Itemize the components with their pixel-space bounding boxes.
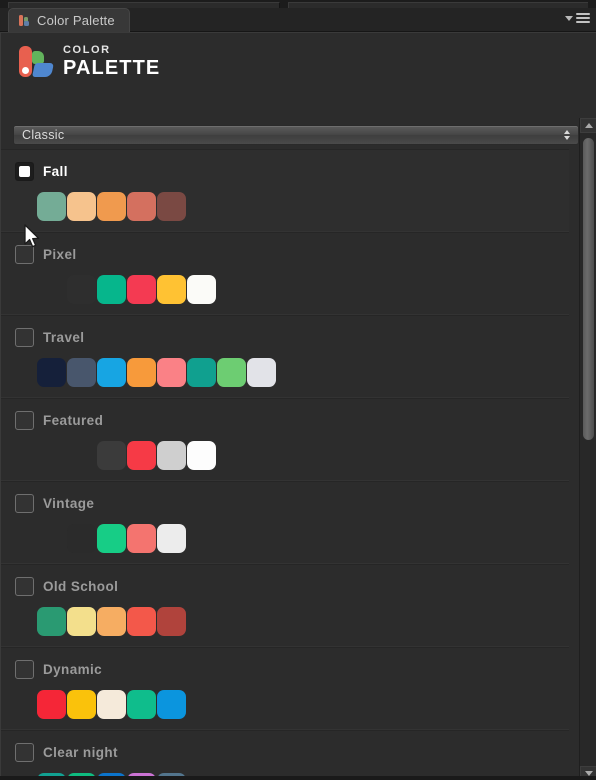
palette-name: Featured (43, 413, 104, 428)
tab-color-palette[interactable]: Color Palette (8, 8, 130, 32)
color-swatch[interactable] (187, 358, 216, 387)
palette-row[interactable]: Clear night (1, 730, 569, 780)
category-select[interactable]: Classic (13, 125, 579, 145)
chevron-down-icon[interactable] (565, 15, 573, 21)
palette-row-header: Vintage (1, 481, 569, 513)
palette-swatches[interactable] (1, 358, 569, 387)
palette-checkbox[interactable] (15, 328, 34, 347)
palette-row-header: Dynamic (1, 647, 569, 679)
palette-name: Clear night (43, 745, 118, 760)
brand-header: COLOR PALETTE (1, 33, 579, 89)
color-swatch[interactable] (187, 275, 216, 304)
hamburger-menu-icon[interactable] (576, 13, 590, 23)
palette-swatches[interactable] (1, 441, 569, 470)
color-swatch[interactable] (67, 192, 96, 221)
palette-checkbox[interactable] (15, 660, 34, 679)
color-swatch[interactable] (67, 524, 96, 553)
palette-name: Fall (43, 164, 68, 179)
palette-swatches[interactable] (1, 690, 569, 719)
color-swatch[interactable] (217, 358, 246, 387)
color-swatch[interactable] (37, 358, 66, 387)
panel-body: COLOR PALETTE Classic Fall Pixel Travel Fea… (0, 32, 596, 780)
color-swatch[interactable] (157, 275, 186, 304)
color-swatch[interactable] (157, 524, 186, 553)
color-swatch[interactable] (67, 275, 96, 304)
palette-row[interactable]: Travel (1, 315, 569, 398)
palette-row[interactable]: Vintage (1, 481, 569, 564)
palette-checkbox[interactable] (15, 743, 34, 762)
palette-name: Old School (43, 579, 119, 594)
scroll-up-arrow-icon[interactable] (580, 118, 596, 133)
palette-swatches[interactable] (1, 275, 569, 304)
brand-wordmark: COLOR PALETTE (63, 43, 161, 79)
color-swatch[interactable] (157, 441, 186, 470)
palette-row[interactable]: Old School (1, 564, 569, 647)
color-swatch[interactable] (37, 690, 66, 719)
palette-checkbox[interactable] (15, 411, 34, 430)
palette-row[interactable]: Featured (1, 398, 569, 481)
color-swatch[interactable] (67, 607, 96, 636)
color-swatch[interactable] (97, 192, 126, 221)
palette-row-header: Travel (1, 315, 569, 347)
palette-name: Pixel (43, 247, 77, 262)
color-swatch[interactable] (127, 607, 156, 636)
color-palette-icon (19, 15, 30, 26)
palette-row-header: Clear night (1, 730, 569, 762)
palette-row[interactable]: Fall (1, 149, 569, 232)
panel-menu-button[interactable] (565, 13, 590, 23)
up-down-stepper-icon[interactable] (564, 130, 570, 140)
brand-line-2: PALETTE (63, 56, 161, 79)
palette-row[interactable]: Dynamic (1, 647, 569, 730)
color-swatch[interactable] (97, 358, 126, 387)
palette-name: Dynamic (43, 662, 103, 677)
color-swatch[interactable] (247, 358, 276, 387)
palette-list[interactable]: Fall Pixel Travel Featured Vintage Old School… (1, 149, 569, 780)
category-select-value: Classic (22, 128, 65, 142)
color-palette-panel: Color Palette COLOR PALETTE Classic Fall… (0, 0, 596, 780)
window-top-strip (0, 0, 596, 8)
brand-line-1: COLOR (63, 43, 111, 56)
color-swatch[interactable] (37, 192, 66, 221)
color-swatch[interactable] (97, 690, 126, 719)
color-swatch[interactable] (97, 607, 126, 636)
color-swatch[interactable] (127, 524, 156, 553)
color-swatch[interactable] (157, 192, 186, 221)
palette-row-header: Fall (1, 149, 569, 181)
palette-checkbox[interactable] (15, 245, 34, 264)
window-bottom-edge (0, 776, 596, 780)
color-swatch[interactable] (157, 690, 186, 719)
palette-checkbox[interactable] (15, 577, 34, 596)
color-swatch[interactable] (67, 358, 96, 387)
color-swatch[interactable] (127, 690, 156, 719)
tab-label: Color Palette (37, 13, 115, 28)
palette-swatches[interactable] (1, 192, 569, 221)
palette-checkbox[interactable] (15, 494, 34, 513)
color-swatch[interactable] (67, 690, 96, 719)
palette-name: Travel (43, 330, 85, 345)
palette-row-header: Featured (1, 398, 569, 430)
palette-row-header: Pixel (1, 232, 569, 264)
color-swatch[interactable] (37, 607, 66, 636)
color-swatch[interactable] (127, 275, 156, 304)
palette-swatches[interactable] (1, 524, 569, 553)
color-swatch[interactable] (97, 524, 126, 553)
palette-row[interactable]: Pixel (1, 232, 569, 315)
vertical-scrollbar[interactable] (579, 118, 596, 780)
color-swatch[interactable] (157, 358, 186, 387)
color-swatch[interactable] (127, 441, 156, 470)
scrollbar-thumb[interactable] (583, 138, 594, 440)
tab-bar: Color Palette (0, 8, 596, 32)
color-swatch[interactable] (127, 192, 156, 221)
palette-checkbox[interactable] (15, 162, 34, 181)
color-swatch[interactable] (187, 441, 216, 470)
color-swatch[interactable] (97, 441, 126, 470)
palette-swatches[interactable] (1, 607, 569, 636)
color-swatch[interactable] (97, 275, 126, 304)
palette-name: Vintage (43, 496, 95, 511)
color-palette-logo-icon (18, 44, 54, 78)
color-swatch[interactable] (127, 358, 156, 387)
color-swatch[interactable] (157, 607, 186, 636)
palette-row-header: Old School (1, 564, 569, 596)
